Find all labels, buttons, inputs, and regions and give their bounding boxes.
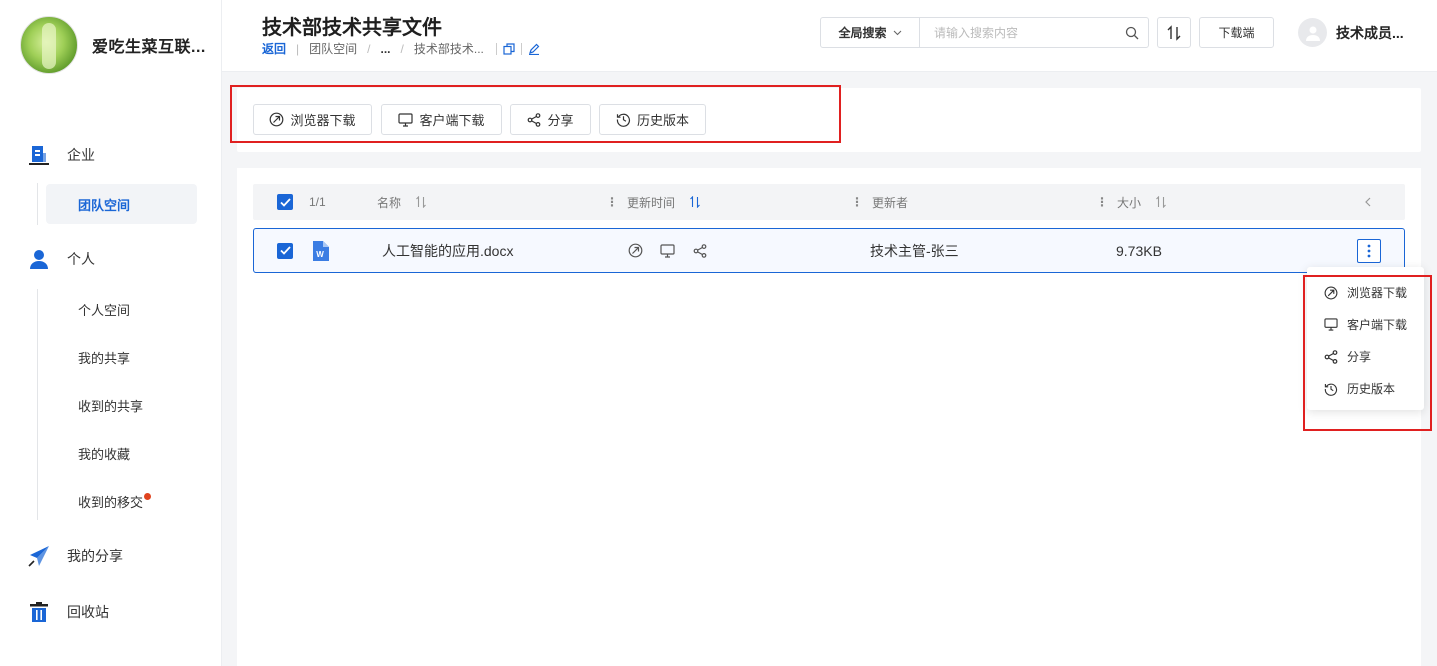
row-share-icon[interactable] xyxy=(693,229,707,272)
checkbox-checked xyxy=(277,242,293,259)
column-resize-handle[interactable]: ⋮ xyxy=(851,195,863,209)
copy-icon[interactable] xyxy=(503,42,515,55)
top-bar: 技术部技术共享文件 返回 | 团队空间 / ... / 技术部技术... 全局搜… xyxy=(222,0,1437,72)
column-label: 名称 xyxy=(377,195,402,210)
sidebar-item-favorites[interactable]: 我的收藏 xyxy=(78,444,130,463)
sidebar-item-label: 收到的移交 xyxy=(78,495,144,510)
sidebar-item-team-space[interactable]: 团队空间 xyxy=(46,184,197,224)
nav-tree-line xyxy=(37,289,38,520)
row-checkbox[interactable] xyxy=(277,229,293,272)
building-icon xyxy=(28,144,50,166)
paper-plane-icon xyxy=(28,545,50,567)
breadcrumb: 返回 | 团队空间 / ... / 技术部技术... xyxy=(262,40,540,57)
brand-logo xyxy=(20,16,78,74)
sort-icon-active[interactable] xyxy=(689,196,701,208)
row-monitor-icon[interactable] xyxy=(660,229,675,272)
search-scope-label: 全局搜索 xyxy=(838,26,887,40)
divider xyxy=(495,42,497,55)
breadcrumb-separator: | xyxy=(296,41,300,56)
column-resize-handle[interactable]: ⋮ xyxy=(606,195,618,209)
table-row[interactable]: W 人工智能的应用.docx 技术主管-张三 9.73KB xyxy=(253,228,1405,273)
search-input[interactable] xyxy=(920,18,1116,47)
sidebar-item-received-transfers[interactable]: 收到的移交 xyxy=(78,492,152,511)
column-header-updater[interactable]: ⋮ 更新者 xyxy=(851,184,908,220)
breadcrumb-ellipsis[interactable]: ... xyxy=(381,42,391,56)
user-icon xyxy=(28,248,50,270)
nav-recycle-bin-label: 回收站 xyxy=(67,604,109,620)
sort-button[interactable] xyxy=(1157,17,1191,48)
edit-icon[interactable] xyxy=(528,43,540,55)
unread-badge-dot xyxy=(144,493,152,500)
more-vertical-icon xyxy=(1367,244,1371,258)
chevron-down-icon xyxy=(893,30,901,35)
download-client-button[interactable]: 下载端 xyxy=(1199,17,1274,48)
nav-my-share-label: 我的分享 xyxy=(67,548,123,564)
file-name[interactable]: 人工智能的应用.docx xyxy=(382,229,513,272)
word-file-icon: W xyxy=(311,229,329,272)
chevron-left-icon[interactable] xyxy=(1364,184,1372,220)
page-title: 技术部技术共享文件 xyxy=(262,17,442,39)
search-icon[interactable] xyxy=(1116,26,1148,40)
nav-tree-line xyxy=(37,183,38,225)
breadcrumb-separator: / xyxy=(367,41,371,56)
brand[interactable]: 爱吃生菜互联... xyxy=(20,16,206,74)
sort-icon[interactable] xyxy=(1155,196,1167,208)
selection-count: 1/1 xyxy=(309,195,326,209)
sidebar-item-received-shares[interactable]: 收到的共享 xyxy=(78,396,143,415)
column-label: 更新时间 xyxy=(627,195,676,210)
file-updater: 技术主管-张三 xyxy=(870,242,959,259)
highlight-box-menu xyxy=(1303,275,1432,431)
nav-enterprise[interactable]: 企业 xyxy=(28,144,95,166)
nav-recycle-bin[interactable]: 回收站 xyxy=(28,601,109,623)
sidebar: 爱吃生菜互联... 企业 团队空间 个人 个人空间 我的共享 收到的共享 我的收… xyxy=(0,0,222,666)
divider xyxy=(520,42,522,55)
user-name: 技术成员... xyxy=(1336,24,1404,41)
column-resize-handle[interactable]: ⋮ xyxy=(1096,195,1108,209)
nav-my-share[interactable]: 我的分享 xyxy=(28,545,123,567)
svg-text:W: W xyxy=(316,250,324,259)
sort-icon xyxy=(1167,24,1181,41)
column-label: 更新者 xyxy=(872,195,909,210)
column-header-name[interactable]: 名称 xyxy=(377,184,427,220)
column-label: 大小 xyxy=(1117,195,1142,210)
user-menu[interactable]: 技术成员... xyxy=(1298,18,1404,47)
breadcrumb-team-space[interactable]: 团队空间 xyxy=(309,40,357,57)
highlight-box-toolbar xyxy=(230,85,841,143)
table-header: 1/1 名称 ⋮ 更新时间 ⋮ 更新者 ⋮ 大小 xyxy=(253,184,1405,220)
sidebar-item-personal-space[interactable]: 个人空间 xyxy=(78,300,130,319)
row-browser-download-icon[interactable] xyxy=(628,229,643,272)
search-scope-select[interactable]: 全局搜索 xyxy=(821,18,920,47)
breadcrumb-separator: / xyxy=(400,41,404,56)
nav-enterprise-label: 企业 xyxy=(67,147,95,163)
column-header-updated-time[interactable]: ⋮ 更新时间 xyxy=(606,184,701,220)
trash-icon xyxy=(28,601,50,623)
sort-icon[interactable] xyxy=(415,196,427,208)
nav-personal-label: 个人 xyxy=(67,251,95,267)
sidebar-item-my-shares[interactable]: 我的共享 xyxy=(78,348,130,367)
select-all-checkbox[interactable] xyxy=(277,184,293,220)
breadcrumb-current: 技术部技术... xyxy=(413,42,484,56)
column-header-size[interactable]: ⋮ 大小 xyxy=(1096,184,1167,220)
brand-name: 爱吃生菜互联... xyxy=(92,39,206,56)
file-size: 9.73KB xyxy=(1116,242,1162,259)
search-box: 全局搜索 xyxy=(820,17,1149,48)
avatar xyxy=(1298,18,1327,47)
back-link[interactable]: 返回 xyxy=(262,40,286,57)
checkbox-checked xyxy=(277,194,293,210)
row-more-button[interactable] xyxy=(1357,239,1381,263)
nav-personal[interactable]: 个人 xyxy=(28,248,95,270)
